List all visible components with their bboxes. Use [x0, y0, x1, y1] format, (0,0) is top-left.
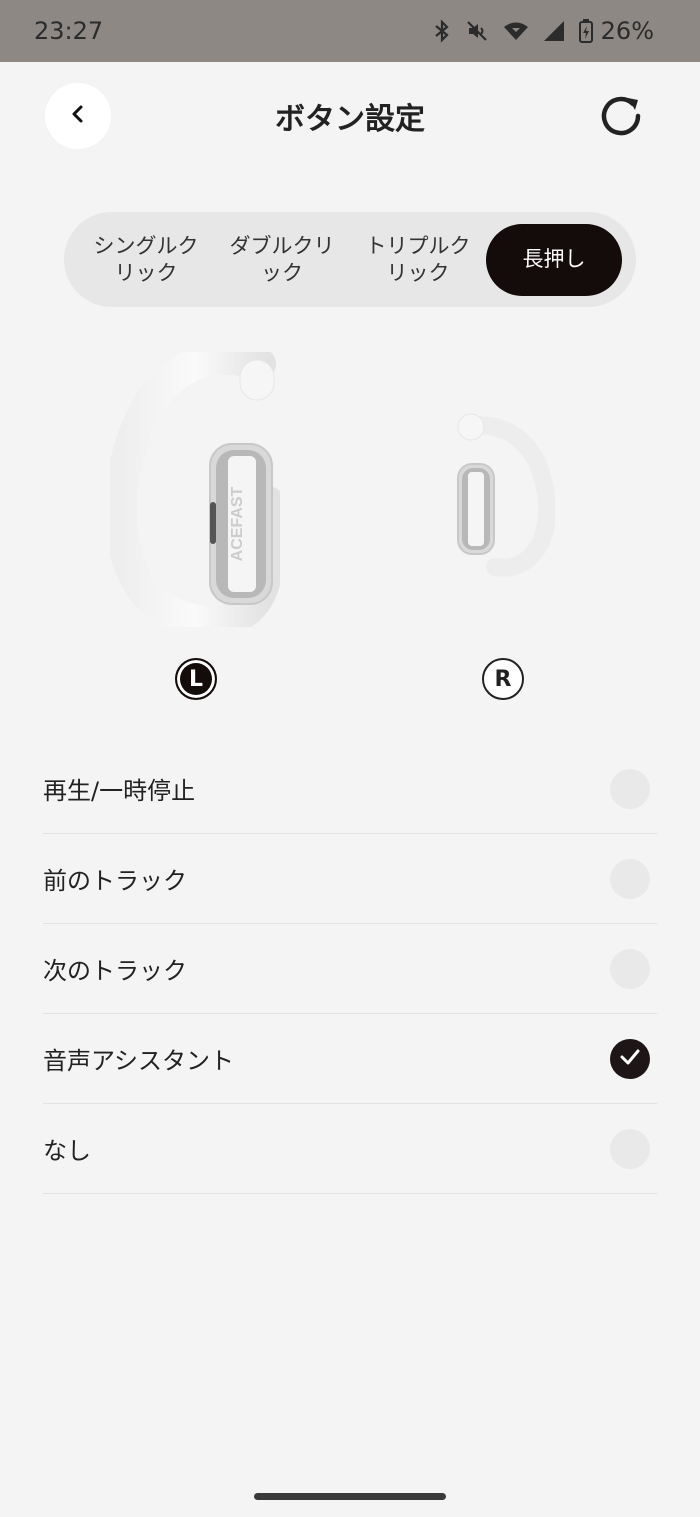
- option-previous-track[interactable]: 前のトラック: [43, 834, 657, 924]
- right-earbud-image[interactable]: [455, 412, 557, 577]
- battery-percent: 26%: [600, 17, 654, 45]
- wifi-icon: [503, 19, 529, 43]
- option-next-track[interactable]: 次のトラック: [43, 924, 657, 1014]
- battery-icon: [578, 19, 593, 43]
- tab-double-click[interactable]: ダブルクリ ック: [214, 224, 350, 296]
- signal-icon: [543, 20, 565, 42]
- option-label: なし: [43, 1137, 91, 1165]
- radio-unchecked[interactable]: [610, 1128, 650, 1169]
- status-icons: 26%: [433, 17, 654, 45]
- radio-unchecked[interactable]: [610, 948, 650, 989]
- bluetooth-icon: [433, 19, 451, 43]
- click-type-tabs: シングルク リック ダブルクリ ック トリプルク リック 長押し: [64, 212, 636, 307]
- refresh-icon: [597, 92, 645, 144]
- radio-unchecked[interactable]: [610, 858, 650, 899]
- option-label: 次のトラック: [43, 957, 187, 985]
- left-earbud-image[interactable]: ACEFAST: [104, 342, 284, 639]
- status-bar: 23:27 26%: [0, 0, 700, 62]
- tab-triple-click[interactable]: トリプルク リック: [350, 224, 486, 296]
- home-indicator[interactable]: [254, 1493, 446, 1500]
- option-label: 音声アシスタント: [43, 1047, 235, 1075]
- status-time: 23:27: [34, 17, 104, 45]
- radio-checked[interactable]: [610, 1038, 650, 1079]
- option-voice-assistant[interactable]: 音声アシスタント: [43, 1014, 657, 1104]
- mute-icon: [465, 19, 489, 43]
- action-options-list: 再生/一時停止 前のトラック 次のトラック 音声アシスタント なし: [43, 744, 657, 1194]
- right-earbud-badge[interactable]: R: [482, 658, 524, 700]
- option-play-pause[interactable]: 再生/一時停止: [43, 744, 657, 834]
- app-screen: ボタン設定 シングルク リック ダブルクリ ック トリプルク リック 長押し A…: [0, 62, 700, 1517]
- left-earbud-badge[interactable]: L: [175, 658, 217, 700]
- tab-single-click[interactable]: シングルク リック: [78, 224, 214, 296]
- header: ボタン設定: [0, 62, 700, 172]
- refresh-button[interactable]: [595, 92, 647, 144]
- option-label: 前のトラック: [43, 867, 187, 895]
- tab-long-press[interactable]: 長押し: [486, 223, 622, 296]
- earbud-brand-text: ACEFAST: [229, 486, 246, 561]
- option-none[interactable]: なし: [43, 1104, 657, 1194]
- option-label: 再生/一時停止: [43, 777, 196, 805]
- radio-unchecked[interactable]: [610, 768, 650, 809]
- checkmark-icon: [618, 1045, 642, 1073]
